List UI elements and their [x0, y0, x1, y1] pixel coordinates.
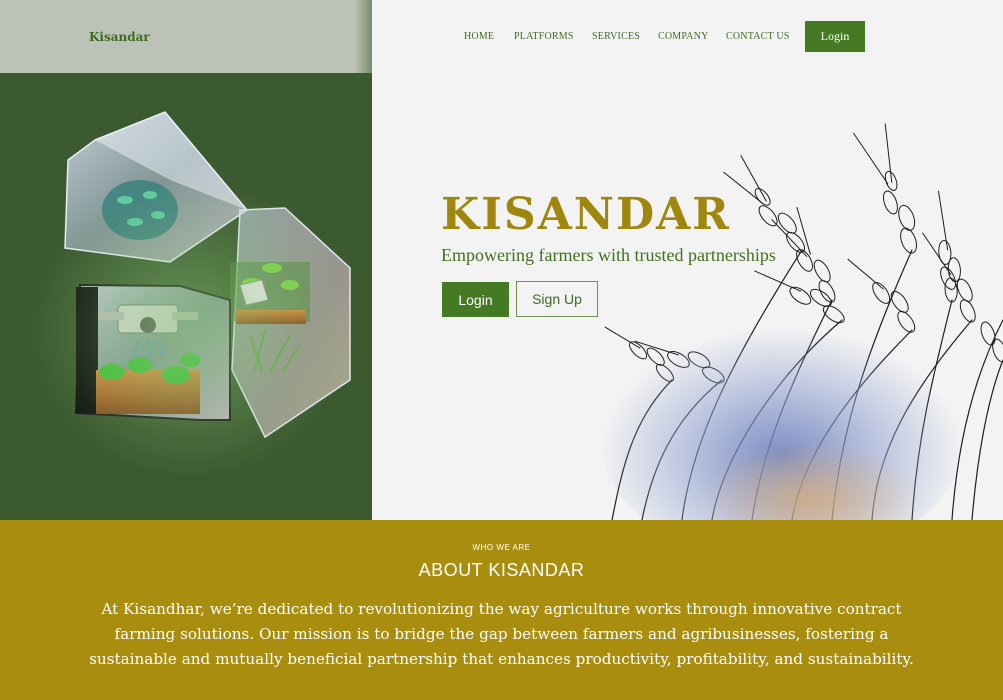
- brand-logo[interactable]: Kisandar: [89, 30, 150, 44]
- nav-contact-us[interactable]: CONTACT US: [726, 31, 790, 42]
- hero-title: KISANDAR: [441, 189, 731, 240]
- header-brand-bar: [0, 0, 386, 73]
- panel-glow: [30, 180, 350, 480]
- nav-login-button[interactable]: Login: [805, 21, 865, 52]
- about-body: At Kisandhar, we’re dedicated to revolut…: [89, 600, 914, 668]
- nav-home[interactable]: HOME: [464, 31, 494, 42]
- about-title: ABOUT KISANDAR: [418, 560, 585, 580]
- nav-services[interactable]: SERVICES: [592, 31, 640, 42]
- hero-illustration-panel: [0, 0, 372, 520]
- nav-platforms[interactable]: PLATFORMS: [514, 31, 574, 42]
- hero-subtitle: Empowering farmers with trusted partners…: [441, 245, 776, 265]
- hero-signup-button[interactable]: Sign Up: [516, 281, 598, 317]
- about-eyebrow: WHO WE ARE: [472, 543, 531, 552]
- nav-company[interactable]: COMPANY: [658, 31, 709, 42]
- about-section: WHO WE ARE ABOUT KISANDAR At Kisandhar, …: [0, 520, 1003, 700]
- hero-login-button[interactable]: Login: [442, 282, 509, 317]
